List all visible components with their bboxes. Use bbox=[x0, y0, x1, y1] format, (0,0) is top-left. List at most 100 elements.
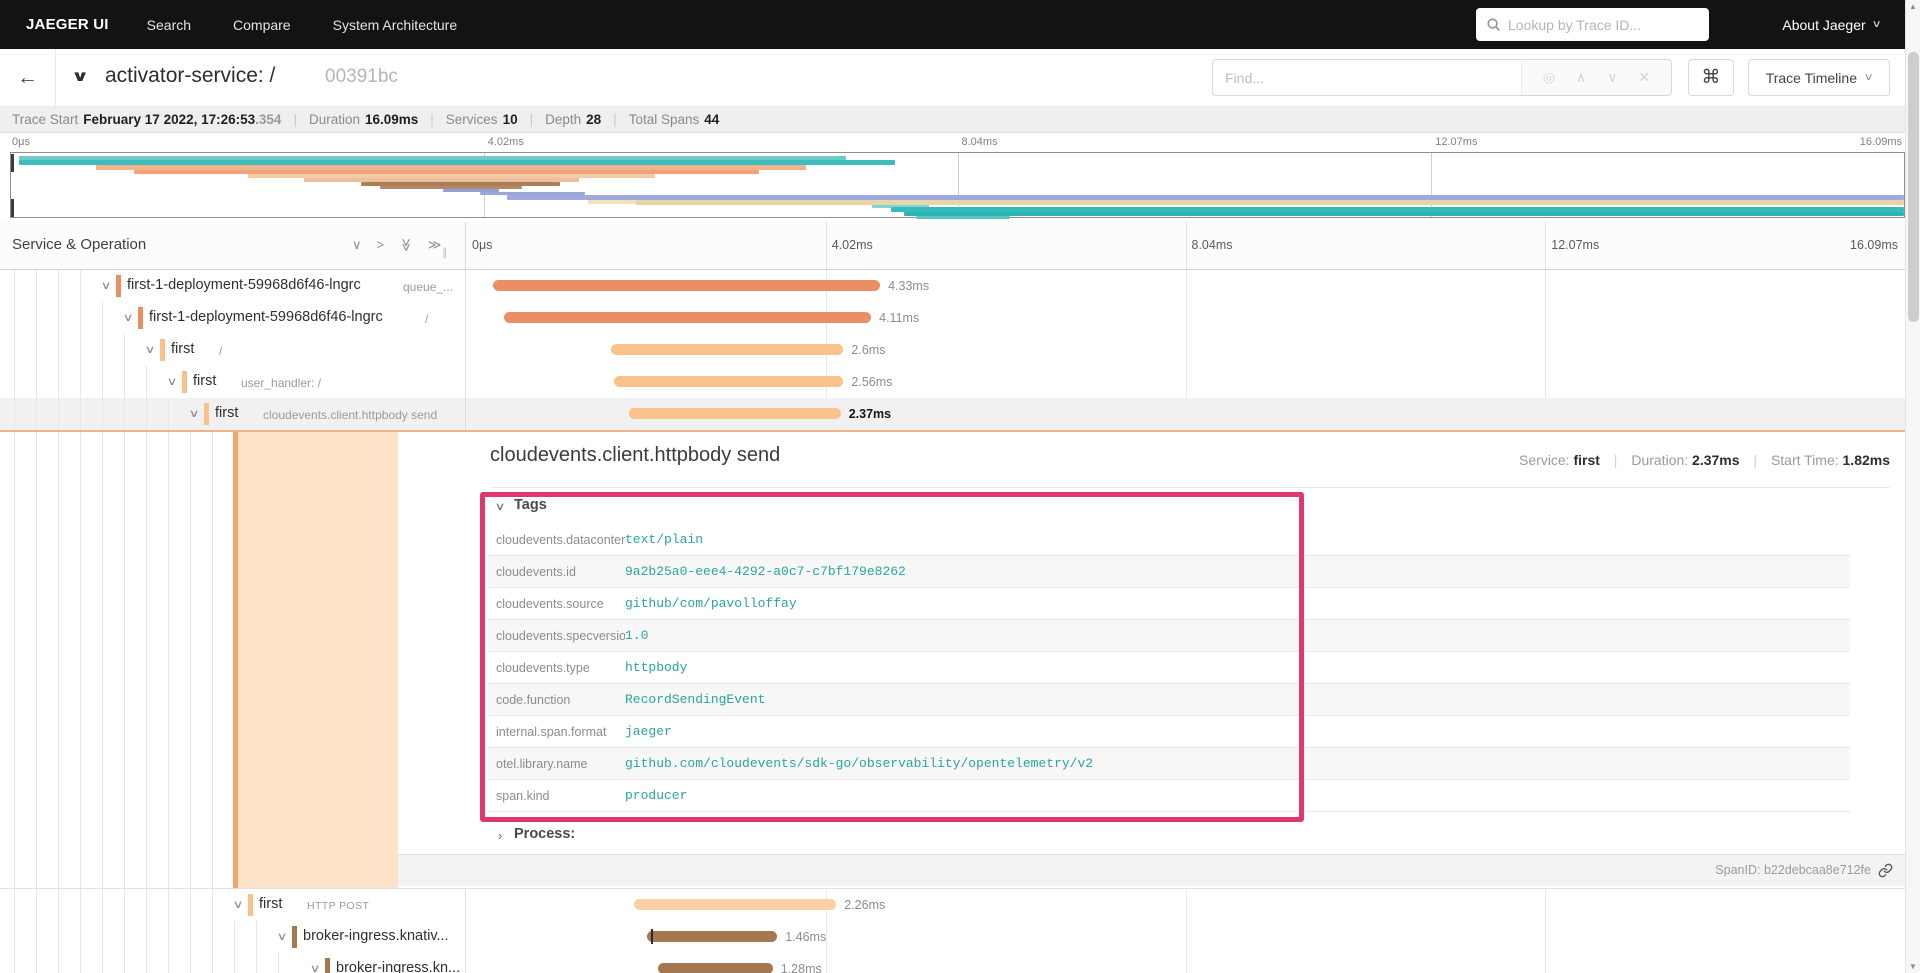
find-input[interactable] bbox=[1213, 69, 1521, 86]
tag-row[interactable]: code.function RecordSendingEvent bbox=[488, 684, 1850, 716]
tag-row[interactable]: cloudevents.source github/com/pavolloffay bbox=[488, 588, 1850, 620]
indent-guide bbox=[212, 432, 213, 888]
app-brand[interactable]: JAEGER UI bbox=[26, 16, 109, 33]
chevron-down-icon[interactable]: ∨ bbox=[123, 311, 134, 324]
span-row[interactable]: ∨ first cloudevents.client.httpbody send 2.… bbox=[0, 398, 1920, 430]
span-row[interactable]: ∨ broker-ingress.knativ... 1.46ms bbox=[0, 921, 1920, 953]
span-id-value: b22debcaa8e712fe bbox=[1763, 863, 1871, 877]
info-label: Duration bbox=[308, 112, 360, 127]
span-detail-region: cloudevents.client.httpbody send Service… bbox=[0, 430, 1920, 888]
chevron-right-icon[interactable]: › bbox=[498, 828, 502, 843]
minimap-scrubber-handle[interactable] bbox=[11, 199, 14, 217]
trace-id-search-input[interactable] bbox=[1508, 16, 1699, 33]
back-button[interactable]: ← bbox=[0, 49, 56, 107]
indent-guide bbox=[14, 302, 15, 334]
scrollbar-down-arrow-icon[interactable]: ▼ bbox=[1906, 962, 1920, 971]
span-bar[interactable] bbox=[614, 376, 844, 387]
tag-key: cloudevents.datacontenttype bbox=[496, 532, 625, 547]
span-bar[interactable] bbox=[646, 931, 778, 942]
start-time-value: 1.82ms bbox=[1842, 452, 1890, 468]
span-row[interactable]: ∨ first-1-deployment-59968d6f46-lngrc queu… bbox=[0, 270, 1920, 302]
chevron-down-icon[interactable]: ∨ bbox=[495, 500, 506, 513]
process-section-header[interactable]: Process: bbox=[514, 826, 575, 842]
span-row[interactable]: ∨ first HTTP POST 2.26ms bbox=[0, 889, 1920, 921]
minimap-canvas[interactable] bbox=[10, 152, 1905, 219]
indent-guide bbox=[58, 398, 59, 430]
trace-header-bar: ← ∨ activator-service: / 00391bc ◎ ∧ ∨ ✕… bbox=[0, 49, 1920, 107]
minimap-scrubber-handle[interactable] bbox=[11, 154, 14, 172]
about-jaeger-menu[interactable]: About Jaeger ∨ bbox=[1782, 0, 1881, 49]
keyboard-shortcuts-button[interactable]: ⌘ bbox=[1688, 59, 1734, 96]
chevron-down-icon[interactable]: ∨ bbox=[310, 962, 321, 973]
tag-row[interactable]: cloudevents.specversion 1.0 bbox=[488, 620, 1850, 652]
collapse-one-icon[interactable]: ∨ bbox=[352, 237, 362, 253]
span-color-bar bbox=[325, 958, 330, 973]
find-locate-icon[interactable]: ◎ bbox=[1543, 69, 1555, 86]
nav-item-compare[interactable]: Compare bbox=[233, 17, 291, 33]
tag-row[interactable]: cloudevents.type httpbody bbox=[488, 652, 1850, 684]
expand-one-icon[interactable]: > bbox=[377, 237, 385, 253]
minimap-tick-label: 12.07ms bbox=[1435, 136, 1478, 148]
header-gridline bbox=[825, 222, 827, 269]
tag-row[interactable]: cloudevents.id 9a2b25a0-eee4-4292-a0c7-c7… bbox=[488, 556, 1850, 588]
nav-item-system-architecture[interactable]: System Architecture bbox=[333, 17, 458, 33]
span-bar[interactable] bbox=[628, 408, 841, 419]
chevron-down-icon[interactable]: ∨ bbox=[277, 930, 288, 943]
chevron-down-icon[interactable]: ∨ bbox=[167, 375, 178, 388]
span-row[interactable]: ∨ first user_handler: / 2.56ms bbox=[0, 366, 1920, 398]
minimap-tick-label: 16.09ms bbox=[1859, 136, 1902, 148]
find-next-icon[interactable]: ∨ bbox=[1607, 69, 1617, 86]
indent-guide bbox=[80, 953, 81, 973]
span-duration-label: 1.46ms bbox=[785, 930, 827, 944]
trace-title-collapse-icon[interactable]: ∨ bbox=[71, 67, 89, 85]
info-label: Total Spans bbox=[628, 112, 700, 127]
indent-guide bbox=[278, 953, 279, 973]
tag-row[interactable]: otel.library.name github.com/cloudevents/… bbox=[488, 748, 1850, 780]
find-clear-icon[interactable]: ✕ bbox=[1638, 69, 1650, 86]
info-label: Services bbox=[445, 112, 498, 127]
tags-section-header[interactable]: Tags bbox=[514, 497, 547, 513]
indent-guide bbox=[146, 889, 147, 921]
span-duration-label: 4.33ms bbox=[888, 279, 930, 293]
span-id-label: SpanID: bbox=[1715, 863, 1761, 877]
span-bar[interactable] bbox=[492, 280, 881, 291]
expand-all-icon[interactable]: ≫ bbox=[428, 237, 442, 253]
minimap-tick-label: 8.04ms bbox=[961, 136, 998, 148]
tag-row[interactable]: cloudevents.datacontenttypetext/plain bbox=[488, 524, 1850, 556]
span-name-column: ∨ broker-ingress.kn... bbox=[0, 953, 466, 973]
span-row[interactable]: ∨ first-1-deployment-59968d6f46-lngrc / 4.1… bbox=[0, 302, 1920, 334]
tag-row[interactable]: span.kind producer bbox=[488, 780, 1850, 812]
trace-id-search-box[interactable] bbox=[1476, 8, 1709, 41]
chevron-down-icon[interactable]: ∨ bbox=[233, 898, 244, 911]
span-name-column: ∨ first cloudevents.client.httpbody send bbox=[0, 398, 466, 430]
span-row[interactable]: ∨ first / 2.6ms bbox=[0, 334, 1920, 366]
page-scrollbar[interactable]: ▲ ▼ bbox=[1905, 0, 1920, 973]
chevron-down-icon[interactable]: ∨ bbox=[189, 407, 200, 420]
span-bar[interactable] bbox=[610, 344, 844, 355]
indent-guide bbox=[36, 366, 37, 398]
find-controls: ◎ ∧ ∨ ✕ bbox=[1521, 60, 1671, 95]
collapse-all-icon[interactable]: ≫ bbox=[398, 238, 414, 252]
scrollbar-up-arrow-icon[interactable]: ▲ bbox=[1906, 2, 1920, 11]
scrollbar-thumb[interactable] bbox=[1908, 52, 1919, 322]
info-value: February 17 2022, 17:26:53 bbox=[83, 112, 256, 127]
tag-row[interactable]: internal.span.format jaeger bbox=[488, 716, 1850, 748]
indent-guide bbox=[58, 889, 59, 921]
span-row[interactable]: ∨ broker-ingress.kn... 1.28ms bbox=[0, 953, 1920, 973]
indent-guide bbox=[212, 921, 213, 953]
deep-link-icon[interactable] bbox=[1878, 863, 1893, 883]
find-prev-icon[interactable]: ∧ bbox=[1576, 69, 1586, 86]
tag-key: otel.library.name bbox=[496, 756, 588, 771]
span-bar[interactable] bbox=[634, 899, 837, 910]
column-resizer-handle[interactable]: ∥ bbox=[442, 246, 448, 259]
span-duration-label: 1.28ms bbox=[780, 962, 822, 973]
trace-view-select[interactable]: Trace Timeline ∨ bbox=[1748, 59, 1890, 96]
span-service-name: first bbox=[171, 341, 195, 357]
nav-item-search[interactable]: Search bbox=[147, 17, 191, 33]
span-bar[interactable] bbox=[658, 963, 773, 973]
chevron-down-icon[interactable]: ∨ bbox=[101, 279, 112, 292]
indent-guide bbox=[80, 302, 81, 334]
span-bar[interactable] bbox=[503, 312, 872, 323]
indent-guide bbox=[58, 334, 59, 366]
chevron-down-icon[interactable]: ∨ bbox=[145, 343, 156, 356]
